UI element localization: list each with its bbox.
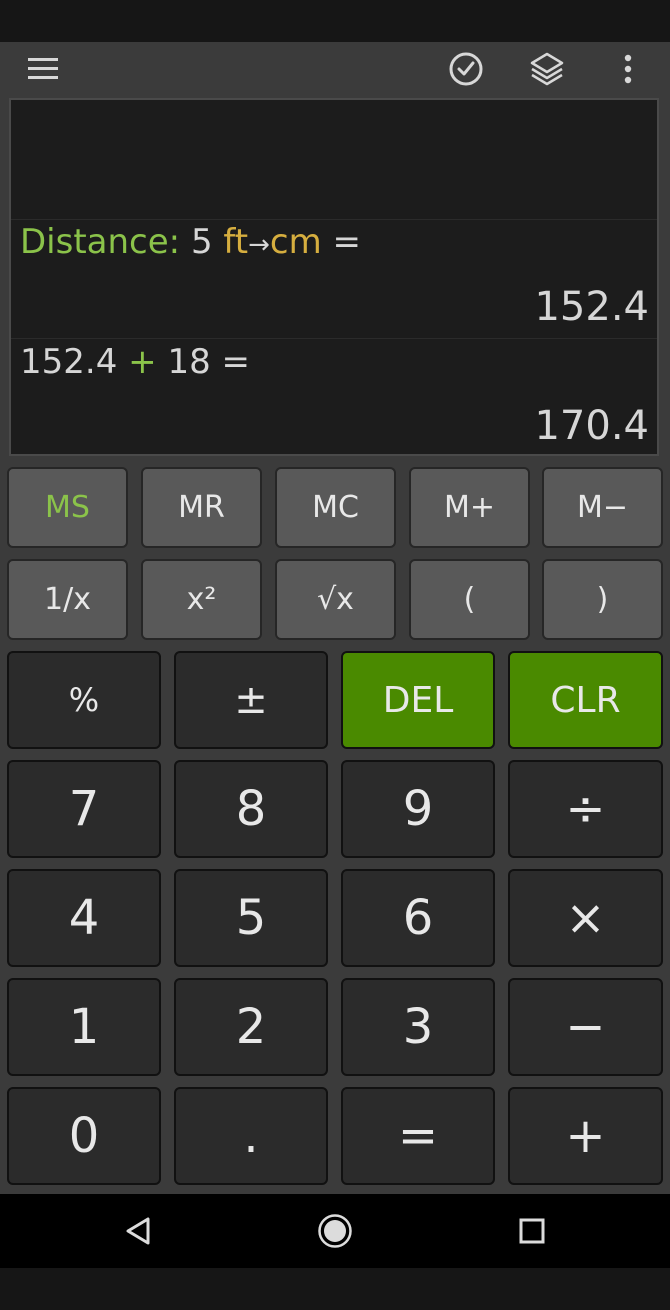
digit-6-button[interactable]: 6 [341, 869, 495, 967]
delete-button[interactable]: DEL [341, 651, 495, 749]
current-result[interactable]: 170.4 [534, 403, 649, 449]
conversion-arrow: → [248, 230, 270, 260]
menu-icon[interactable] [13, 42, 73, 96]
memory-add-button[interactable]: M+ [409, 467, 530, 548]
digit-1-button[interactable]: 1 [7, 978, 161, 1076]
history-separator [11, 219, 657, 220]
equals-sign: = [221, 342, 251, 382]
equals-sign: = [332, 222, 362, 262]
memory-subtract-button[interactable]: M− [542, 467, 663, 548]
plus-minus-button[interactable]: ± [174, 651, 328, 749]
memory-recall-button[interactable]: MR [141, 467, 262, 548]
square-button[interactable]: x² [141, 559, 262, 640]
history-expression-conversion: Distance: 5 ft→cm = [20, 222, 361, 262]
conversion-label: Distance: [20, 222, 181, 262]
memory-store-button[interactable]: MS [7, 467, 128, 548]
digit-5-button[interactable]: 5 [174, 869, 328, 967]
history-expression-sum: 152.4 + 18 = [20, 342, 250, 382]
subtract-button[interactable]: − [508, 978, 663, 1076]
history-result[interactable]: 152.4 [534, 284, 649, 330]
memory-clear-button[interactable]: MC [275, 467, 396, 548]
system-navigation-bar [0, 1194, 670, 1268]
unit-from: ft [223, 222, 249, 262]
clear-button[interactable]: CLR [508, 651, 663, 749]
reciprocal-button[interactable]: 1/x [7, 559, 128, 640]
digit-4-button[interactable]: 4 [7, 869, 161, 967]
digit-9-button[interactable]: 9 [341, 760, 495, 858]
digit-2-button[interactable]: 2 [174, 978, 328, 1076]
open-paren-button[interactable]: ( [409, 559, 530, 640]
divide-button[interactable]: ÷ [508, 760, 663, 858]
home-icon[interactable] [295, 1194, 375, 1268]
conversion-value: 5 [190, 222, 213, 262]
unit-to: cm [269, 222, 322, 262]
percent-button[interactable]: % [7, 651, 161, 749]
calculator-display: Distance: 5 ft→cm = 152.4 152.4 + 18 = 1… [9, 98, 659, 456]
status-bar [0, 0, 670, 42]
digit-3-button[interactable]: 3 [341, 978, 495, 1076]
back-icon[interactable] [98, 1194, 178, 1268]
operator: + [128, 342, 157, 382]
close-paren-button[interactable]: ) [542, 559, 663, 640]
decimal-point-button[interactable]: . [174, 1087, 328, 1185]
digit-8-button[interactable]: 8 [174, 760, 328, 858]
toolbar [0, 42, 670, 96]
digit-7-button[interactable]: 7 [7, 760, 161, 858]
history-separator [11, 338, 657, 339]
history-clock-icon[interactable] [436, 42, 496, 96]
add-button[interactable]: + [508, 1087, 663, 1185]
more-vert-icon[interactable] [598, 42, 658, 96]
recents-icon[interactable] [492, 1194, 572, 1268]
bottom-strip [0, 1268, 670, 1310]
digit-0-button[interactable]: 0 [7, 1087, 161, 1185]
multiply-button[interactable]: × [508, 869, 663, 967]
operand: 152.4 [20, 342, 118, 382]
equals-button[interactable]: = [341, 1087, 495, 1185]
layers-icon[interactable] [517, 42, 577, 96]
square-root-button[interactable]: √x [275, 559, 396, 640]
operand: 18 [167, 342, 211, 382]
